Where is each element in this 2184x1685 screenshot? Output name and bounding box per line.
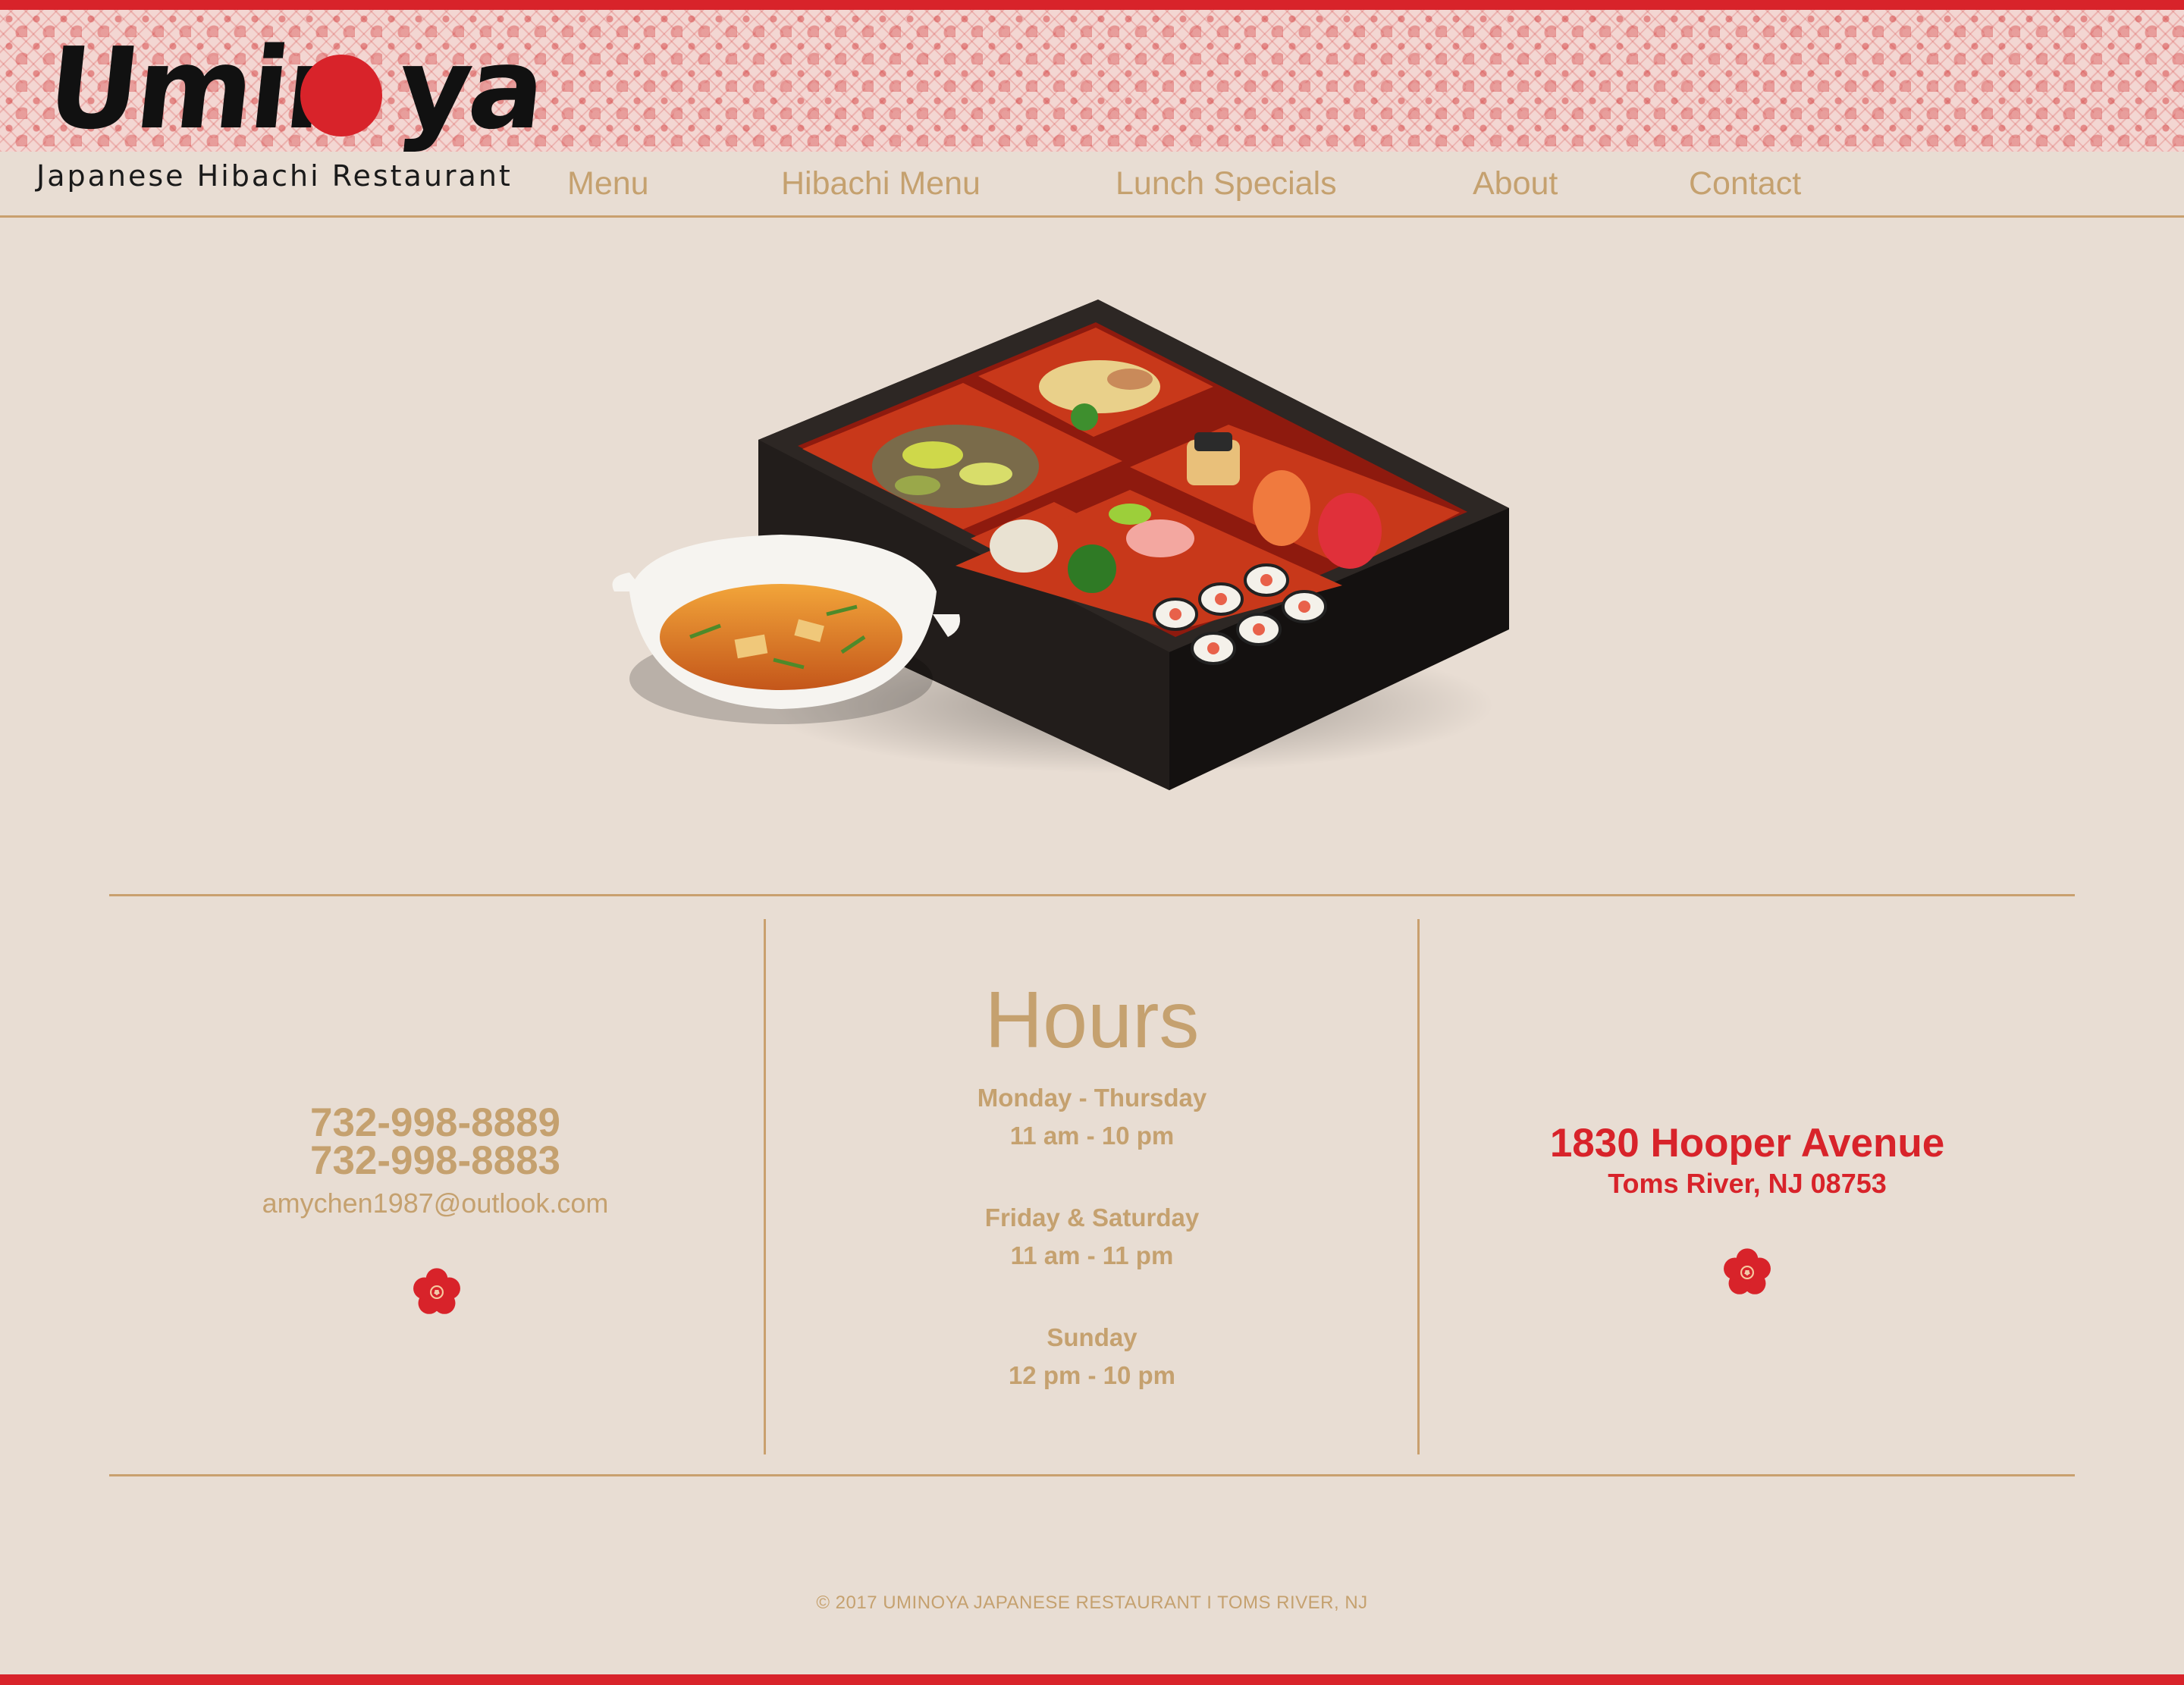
footer-copyright: © 2017 UMINOYA JAPANESE RESTAURANT I TOM… bbox=[816, 1592, 1368, 1613]
hours-column: Hours Monday - Thursday 11 am - 10 pm Fr… bbox=[766, 974, 1418, 1395]
section-divider-bottom bbox=[109, 1474, 2075, 1476]
logo-red-sun bbox=[300, 55, 382, 136]
hours-title: Hours bbox=[984, 975, 1200, 1065]
address-column: 1830 Hooper Avenue Toms River, NJ 08753 bbox=[1420, 1121, 2075, 1201]
logo-text: Umin ya bbox=[41, 24, 549, 154]
hours-time-weekend: 11 am - 11 pm bbox=[1010, 1241, 1174, 1269]
miso-soup-bowl bbox=[612, 535, 960, 724]
logo-tagline: Japanese Hibachi Restaurant bbox=[36, 159, 513, 193]
email-link[interactable]: amychen1987@outlook.com bbox=[109, 1188, 761, 1219]
contact-column: 732-998-8889 732-998-8883 amychen1987@ou… bbox=[109, 1103, 761, 1219]
address-city: Toms River, NJ 08753 bbox=[1608, 1168, 1887, 1199]
cherry-blossom-icon bbox=[413, 1268, 460, 1314]
section-divider-top bbox=[109, 894, 2075, 896]
hours-time-weekday: 11 am - 10 pm bbox=[1009, 1122, 1175, 1150]
nav-item-lunch-specials[interactable]: Lunch Specials bbox=[1116, 161, 1337, 206]
logo-wordmark: Umin ya bbox=[41, 24, 549, 154]
hours-days-weekend: Friday & Saturday bbox=[984, 1203, 1200, 1232]
hours-days-weekday: Monday - Thursday bbox=[977, 1084, 1207, 1112]
phone-number-1[interactable]: 732-998-8889 bbox=[109, 1103, 761, 1143]
hours-days-sunday: Sunday bbox=[1046, 1323, 1138, 1351]
nav-item-menu[interactable]: Menu bbox=[567, 161, 649, 206]
nav-item-about[interactable]: About bbox=[1473, 161, 1558, 206]
nav-item-hibachi-menu[interactable]: Hibachi Menu bbox=[781, 161, 981, 206]
nav-item-contact[interactable]: Contact bbox=[1689, 161, 1801, 206]
tray-vegetables bbox=[872, 425, 1039, 508]
site-logo[interactable]: Umin ya Japanese Hibachi Restaurant bbox=[33, 24, 548, 193]
bottom-accent-bar bbox=[0, 1674, 2184, 1685]
bento-box-image bbox=[612, 300, 1509, 790]
phone-number-2[interactable]: 732-998-8883 bbox=[109, 1141, 761, 1181]
hours-time-sunday: 12 pm - 10 pm bbox=[1008, 1361, 1176, 1389]
cherry-blossom-icon bbox=[1724, 1248, 1771, 1294]
address-street-link[interactable]: 1830 Hooper Avenue bbox=[1420, 1121, 2075, 1166]
top-accent-bar bbox=[0, 0, 2184, 10]
